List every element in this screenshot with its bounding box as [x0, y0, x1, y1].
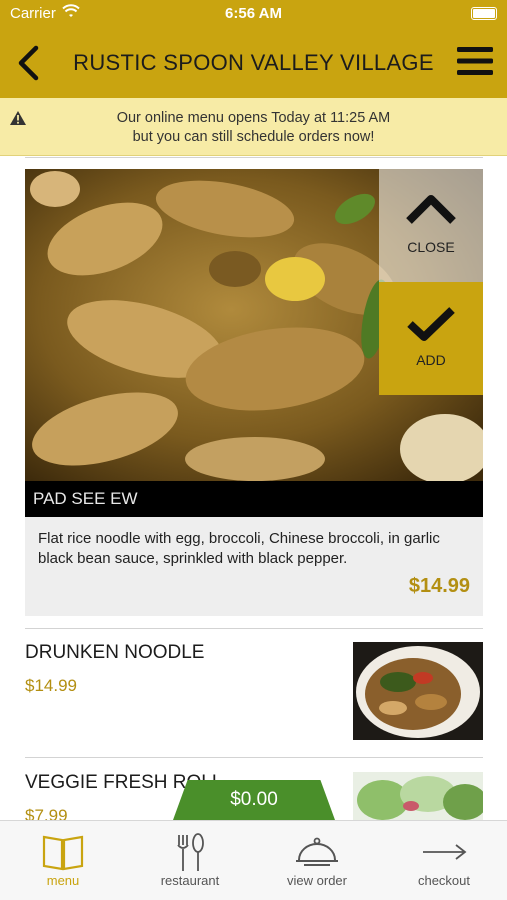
veggie-fresh-roll-thumbnail: [353, 772, 483, 820]
hamburger-menu-icon[interactable]: [457, 45, 493, 77]
warning-icon: [10, 111, 26, 125]
list-item[interactable]: DRUNKEN NOODLE $14.99: [25, 642, 483, 742]
cloche-icon: [296, 837, 338, 866]
status-bar: Carrier 6:56 AM: [0, 0, 507, 28]
tab-label: menu: [46, 873, 80, 888]
tab-checkout[interactable]: checkout: [381, 821, 507, 900]
item-name: PAD SEE EW: [25, 481, 483, 517]
divider: [25, 628, 483, 629]
page-title: RUSTIC SPOON VALLEY VILLAGE: [73, 50, 434, 75]
item-price: $14.99: [408, 575, 470, 597]
book-icon: [42, 835, 84, 871]
battery-icon: [471, 7, 497, 20]
notice-line-2: but you can still schedule orders now!: [132, 129, 375, 145]
drunken-noodle-thumbnail: [353, 642, 483, 740]
tab-label: view order: [287, 873, 347, 888]
list-item-price: $14.99: [25, 676, 77, 695]
add-label: ADD: [416, 352, 446, 368]
divider: [25, 757, 483, 758]
tab-view-order[interactable]: view order: [254, 821, 380, 900]
tab-menu[interactable]: menu: [0, 821, 126, 900]
chevron-up-icon: [406, 195, 456, 224]
hours-notice-banner: Our online menu opens Today at 11:25 AM …: [0, 98, 507, 156]
checkmark-icon: [407, 307, 455, 341]
status-time: 6:56 AM: [225, 5, 282, 22]
item-description: Flat rice noodle with egg, broccoli, Chi…: [38, 530, 440, 567]
tab-bar: menu restaurant view order checkout: [0, 820, 507, 900]
fork-knife-icon: [177, 833, 204, 871]
tab-label: restaurant: [160, 873, 220, 888]
cart-total-button[interactable]: $0.00: [173, 780, 335, 820]
arrow-right-icon: [423, 844, 467, 860]
notice-line-1: Our online menu opens Today at 11:25 AM: [116, 110, 391, 126]
back-chevron-icon[interactable]: [14, 44, 42, 82]
featured-menu-item: CLOSE ADD PAD SEE EW Flat rice noodle wi…: [25, 169, 483, 616]
divider: [25, 157, 483, 158]
add-button[interactable]: ADD: [379, 282, 483, 395]
nav-bar: RUSTIC SPOON VALLEY VILLAGE: [0, 28, 507, 98]
list-item-name: DRUNKEN NOODLE: [25, 642, 205, 663]
tab-restaurant[interactable]: restaurant: [127, 821, 253, 900]
tab-label: checkout: [417, 873, 471, 888]
close-label: CLOSE: [407, 239, 455, 255]
close-button[interactable]: CLOSE: [379, 169, 483, 282]
